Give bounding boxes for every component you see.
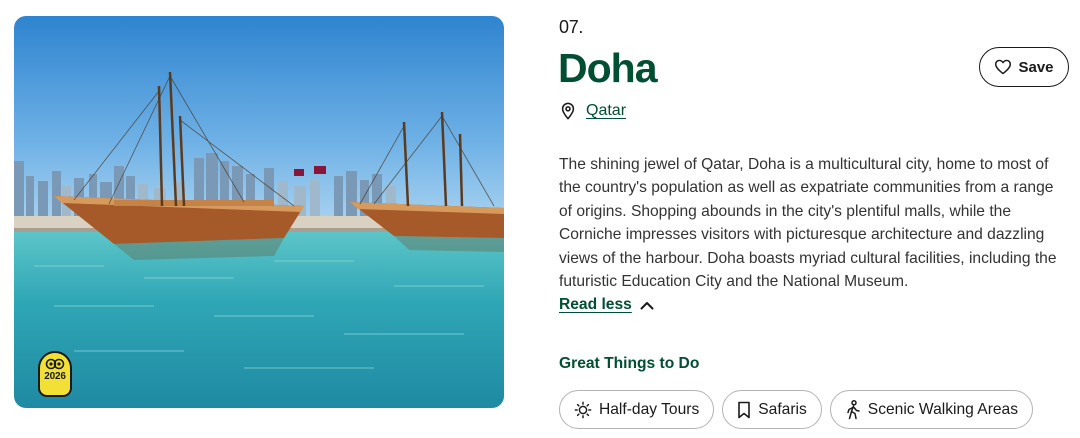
save-button[interactable]: Save [979, 47, 1069, 87]
destination-title[interactable]: Doha [558, 44, 657, 92]
chip-label: Safaris [758, 400, 807, 418]
save-button-label: Save [1018, 58, 1054, 76]
read-less-label: Read less [559, 296, 632, 313]
bookmark-icon [738, 401, 751, 418]
doha-harbour-image [14, 16, 504, 408]
chevron-up-icon [640, 301, 654, 309]
chip-label: Scenic Walking Areas [867, 400, 1019, 418]
award-year: 2026 [44, 371, 66, 382]
owl-icon [45, 358, 65, 370]
chip-half-day-tours[interactable]: Half-day Tours [559, 390, 715, 429]
location-row: Qatar [560, 102, 626, 120]
destination-photo[interactable]: 2026 [14, 16, 504, 408]
walking-person-icon [847, 399, 860, 419]
destination-description: The shining jewel of Qatar, Doha is a mu… [559, 156, 1057, 291]
chip-safaris[interactable]: Safaris [722, 390, 822, 429]
destination-card: 2026 07. Doha Save Qatar The shining jew… [0, 0, 1080, 438]
travellers-choice-award-badge: 2026 [38, 351, 72, 397]
chip-scenic-walking-areas[interactable]: Scenic Walking Areas [829, 390, 1034, 429]
read-less-toggle[interactable]: Read less [559, 296, 654, 314]
heart-icon [995, 59, 1012, 75]
great-things-heading: Great Things to Do [559, 355, 700, 372]
map-pin-icon [561, 102, 575, 120]
destination-rank: 07. [559, 17, 584, 37]
chip-label: Half-day Tours [599, 400, 700, 418]
location-link[interactable]: Qatar [586, 102, 626, 120]
sun-icon [574, 401, 592, 418]
things-to-do-chips: Half-day Tours Safaris Scenic Walking Ar… [559, 390, 1034, 429]
